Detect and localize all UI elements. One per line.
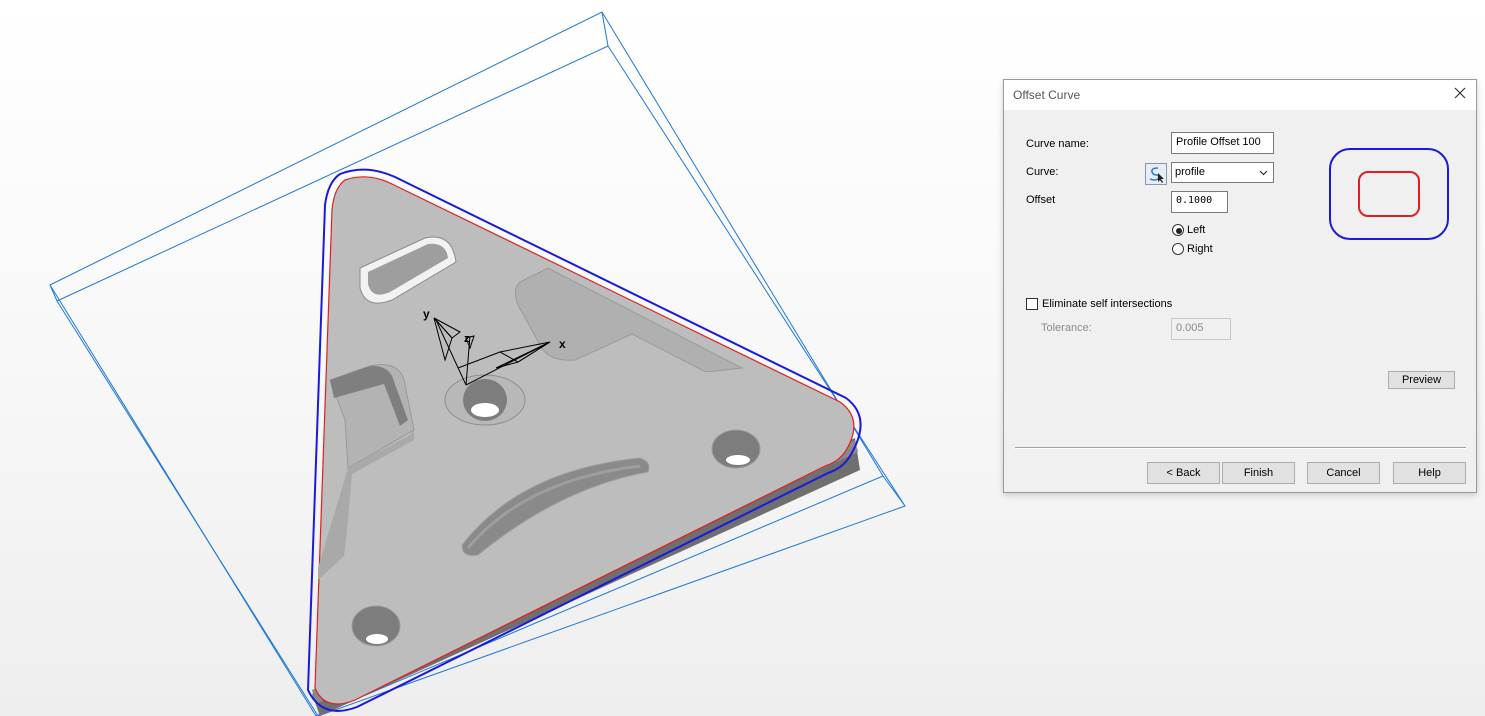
tolerance-input[interactable]: 0.005 — [1171, 318, 1231, 340]
offset-label: Offset — [1026, 194, 1056, 206]
finish-button[interactable]: Finish — [1222, 462, 1295, 484]
help-button[interactable]: Help — [1393, 462, 1466, 484]
offset-curve-dialog: Offset Curve Curve name: Profile Offset … — [1003, 79, 1477, 493]
curve-select[interactable]: profile — [1171, 162, 1274, 183]
triad-x-label: x — [559, 337, 566, 351]
cancel-button[interactable]: Cancel — [1307, 462, 1380, 484]
curve-name-label: Curve name: — [1026, 138, 1089, 150]
curve-pick-button[interactable] — [1145, 163, 1167, 185]
curve-select-value: profile — [1175, 166, 1205, 178]
eliminate-label: Eliminate self intersections — [1042, 298, 1173, 310]
preview-button[interactable]: Preview — [1388, 371, 1455, 389]
dialog-title: Offset Curve — [1013, 88, 1081, 102]
curve-label: Curve: — [1026, 166, 1059, 178]
right-radio-label: Right — [1187, 243, 1213, 255]
triad-y-label: y — [423, 307, 430, 321]
select-curve-icon — [1149, 167, 1164, 183]
close-icon[interactable] — [1452, 85, 1468, 101]
offset-preview-icon — [1329, 148, 1449, 240]
tolerance-label: Tolerance: — [1041, 322, 1092, 334]
curve-name-input[interactable]: Profile Offset 100 — [1171, 132, 1274, 154]
dialog-separator — [1015, 447, 1466, 449]
dialog-titlebar[interactable]: Offset Curve — [1004, 80, 1476, 110]
offset-input[interactable]: 0.1000 — [1171, 191, 1228, 213]
back-button[interactable]: < Back — [1147, 462, 1220, 484]
left-radio-label: Left — [1187, 224, 1206, 236]
chevron-down-icon — [1259, 170, 1268, 176]
triad-z-label: z — [464, 333, 470, 345]
